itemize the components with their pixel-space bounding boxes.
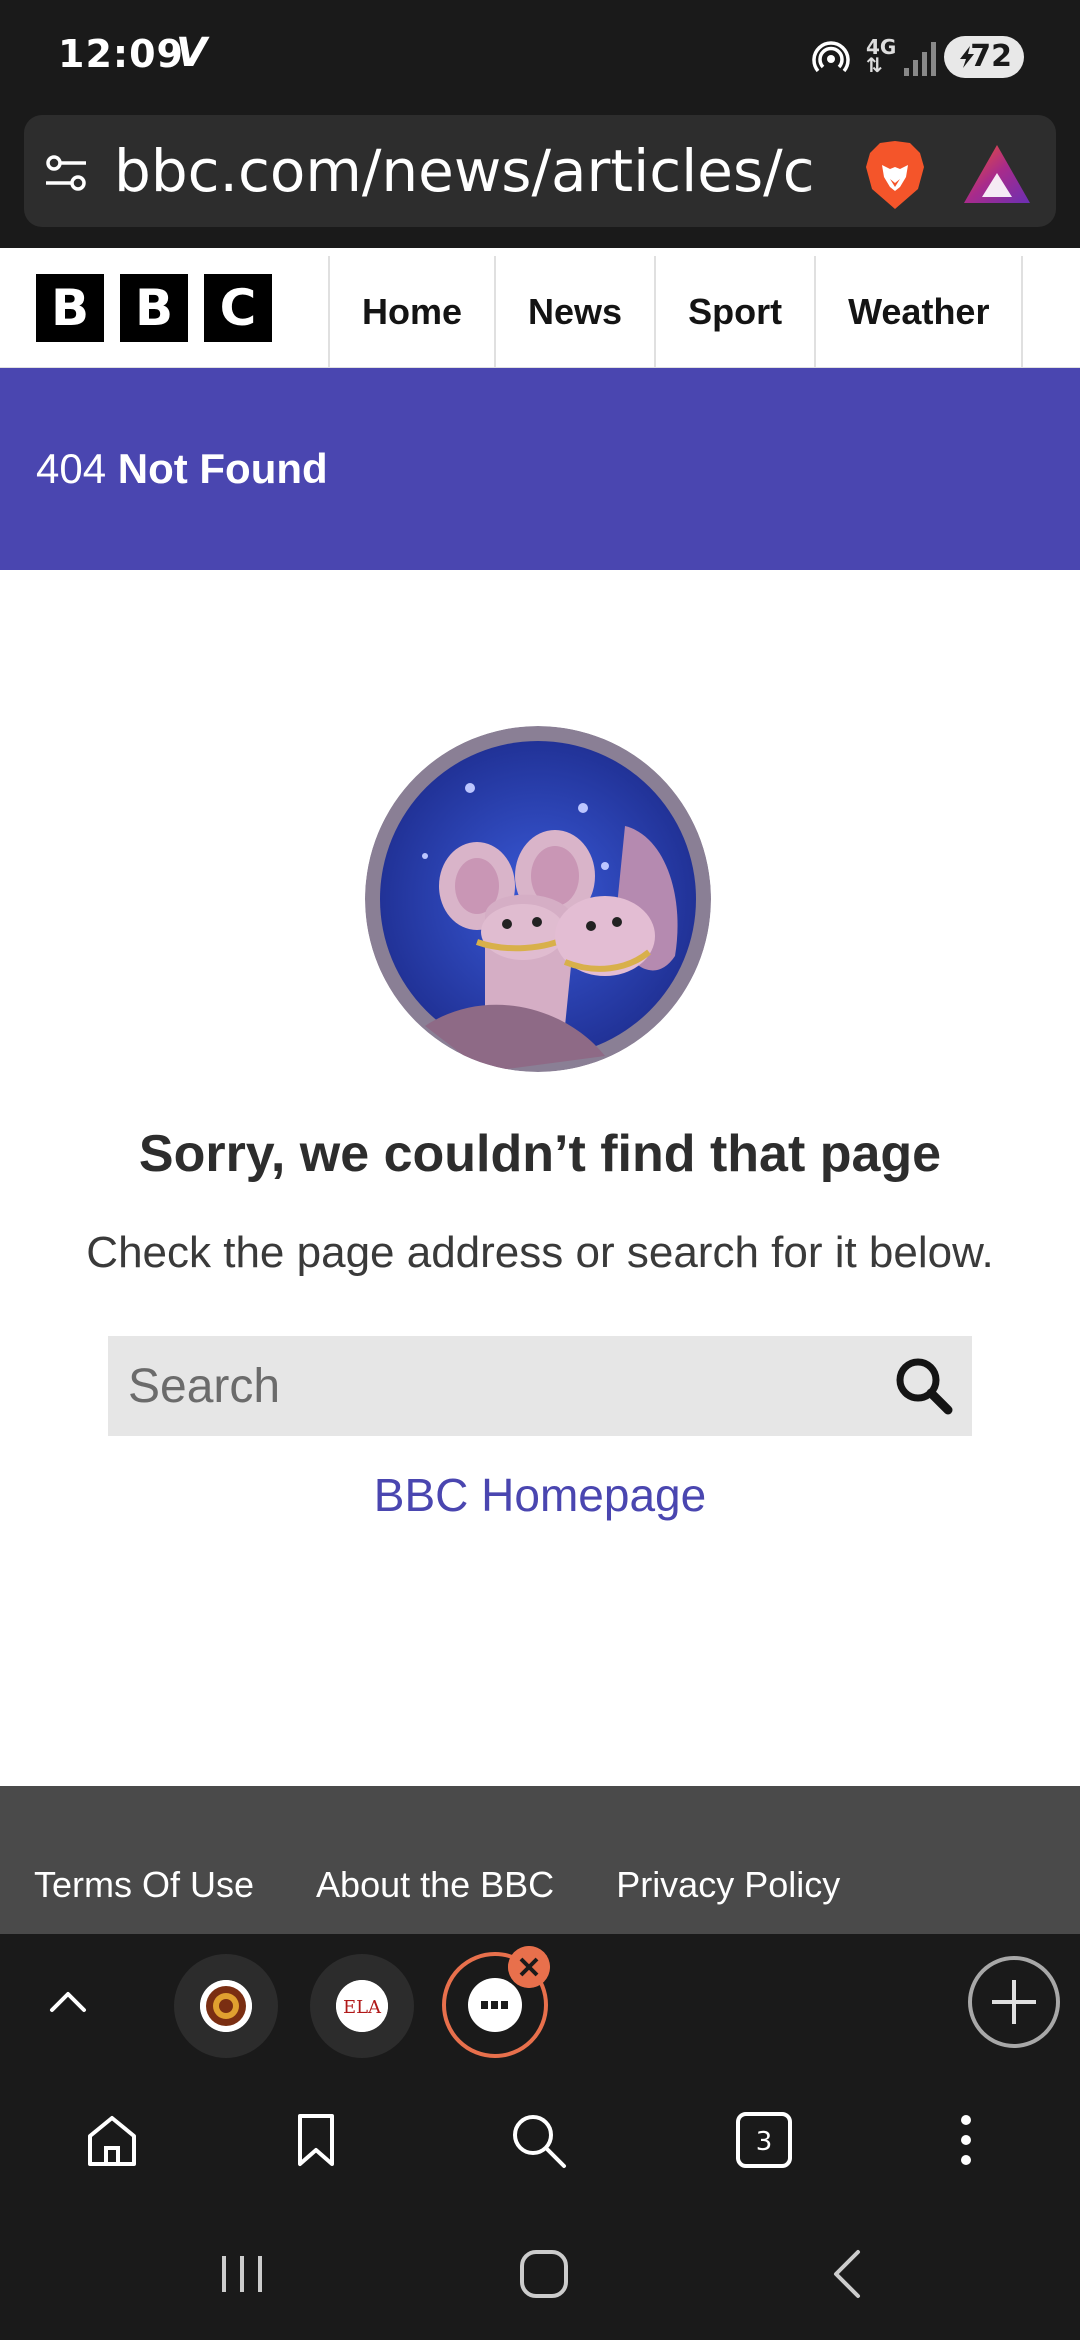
search-icon[interactable] — [508, 2110, 568, 2170]
nav-weather[interactable]: Weather — [814, 256, 1024, 368]
error-heading: Sorry, we couldn’t find that page — [138, 1125, 942, 1183]
footer-links: Terms Of Use About the BBC Privacy Polic… — [34, 1864, 840, 1906]
banner-text: 404 Not Found — [36, 442, 328, 496]
site-settings-icon[interactable] — [40, 147, 92, 199]
system-nav-bar — [0, 2204, 1080, 2340]
error-message: Check the page address or search for it … — [86, 1228, 994, 1277]
tabs-icon[interactable]: 3 — [734, 2110, 794, 2170]
brave-shields-icon[interactable] — [862, 139, 928, 211]
network-type: 4G ⇅ — [866, 35, 897, 77]
close-tab-icon[interactable] — [508, 1946, 550, 1988]
browser-address-area: bbc.com/news/articles/c — [0, 112, 1080, 248]
main-nav: Home News Sport Weather — [328, 256, 1024, 368]
home-icon[interactable] — [82, 2110, 142, 2170]
search-icon[interactable] — [888, 1350, 960, 1422]
tab-ela-label: ELA — [343, 1997, 382, 2018]
battery-indicator: 72 — [944, 36, 1024, 78]
chevron-up-icon[interactable] — [44, 1978, 92, 2026]
carrier-icon: V — [176, 30, 207, 76]
address-bar[interactable]: bbc.com/news/articles/c — [24, 115, 1056, 227]
tab-favicon-icon — [468, 1978, 522, 2032]
charging-icon — [960, 46, 974, 68]
bbc-homepage-link[interactable]: BBC Homepage — [0, 1468, 1080, 1522]
logo-block: B — [120, 274, 188, 342]
site-header: B B C Home News Sport Weather — [0, 248, 1080, 368]
new-tab-icon[interactable] — [968, 1956, 1060, 2048]
tab-item[interactable] — [174, 1954, 278, 2058]
logo-block: C — [204, 274, 272, 342]
tab-strip: ELA — [0, 1934, 1080, 2074]
status-bar: 12:09 V 4G ⇅ 72 — [0, 0, 1080, 112]
more-menu-icon[interactable] — [936, 2110, 996, 2170]
footer-link-about[interactable]: About the BBC — [316, 1864, 554, 1906]
clangers-illustration — [365, 726, 711, 1072]
home-button-icon[interactable] — [516, 2246, 572, 2302]
logo-block: B — [36, 274, 104, 342]
tab-item[interactable]: ELA — [310, 1954, 414, 2058]
footer-link-terms[interactable]: Terms Of Use — [34, 1864, 254, 1906]
error-code: 404 — [36, 445, 107, 492]
site-footer: Terms Of Use About the BBC Privacy Polic… — [0, 1786, 1080, 1934]
nav-sport[interactable]: Sport — [654, 256, 814, 368]
nav-news[interactable]: News — [494, 256, 654, 368]
nav-home[interactable]: Home — [328, 256, 494, 368]
footer-link-privacy[interactable]: Privacy Policy — [616, 1864, 840, 1906]
search-input[interactable] — [108, 1336, 868, 1436]
tab-favicon-icon — [200, 1980, 252, 2032]
search-box — [108, 1336, 972, 1436]
error-banner: 404 Not Found — [0, 368, 1080, 570]
tab-count: 3 — [756, 2127, 773, 2157]
error-label: Not Found — [117, 445, 328, 492]
bookmark-icon[interactable] — [286, 2110, 346, 2170]
hotspot-icon — [812, 41, 850, 73]
url-fade — [804, 115, 844, 227]
tab-favicon-icon: ELA — [336, 1980, 388, 2032]
back-icon[interactable] — [820, 2246, 876, 2302]
bbc-logo[interactable]: B B C — [36, 274, 272, 342]
browser-toolbar: 3 — [0, 2074, 1080, 2204]
status-time: 12:09 — [58, 32, 184, 76]
recent-apps-icon[interactable] — [214, 2246, 270, 2302]
url-text[interactable]: bbc.com/news/articles/c — [114, 133, 834, 209]
brave-rewards-icon[interactable] — [962, 143, 1032, 205]
signal-icon — [904, 42, 936, 76]
